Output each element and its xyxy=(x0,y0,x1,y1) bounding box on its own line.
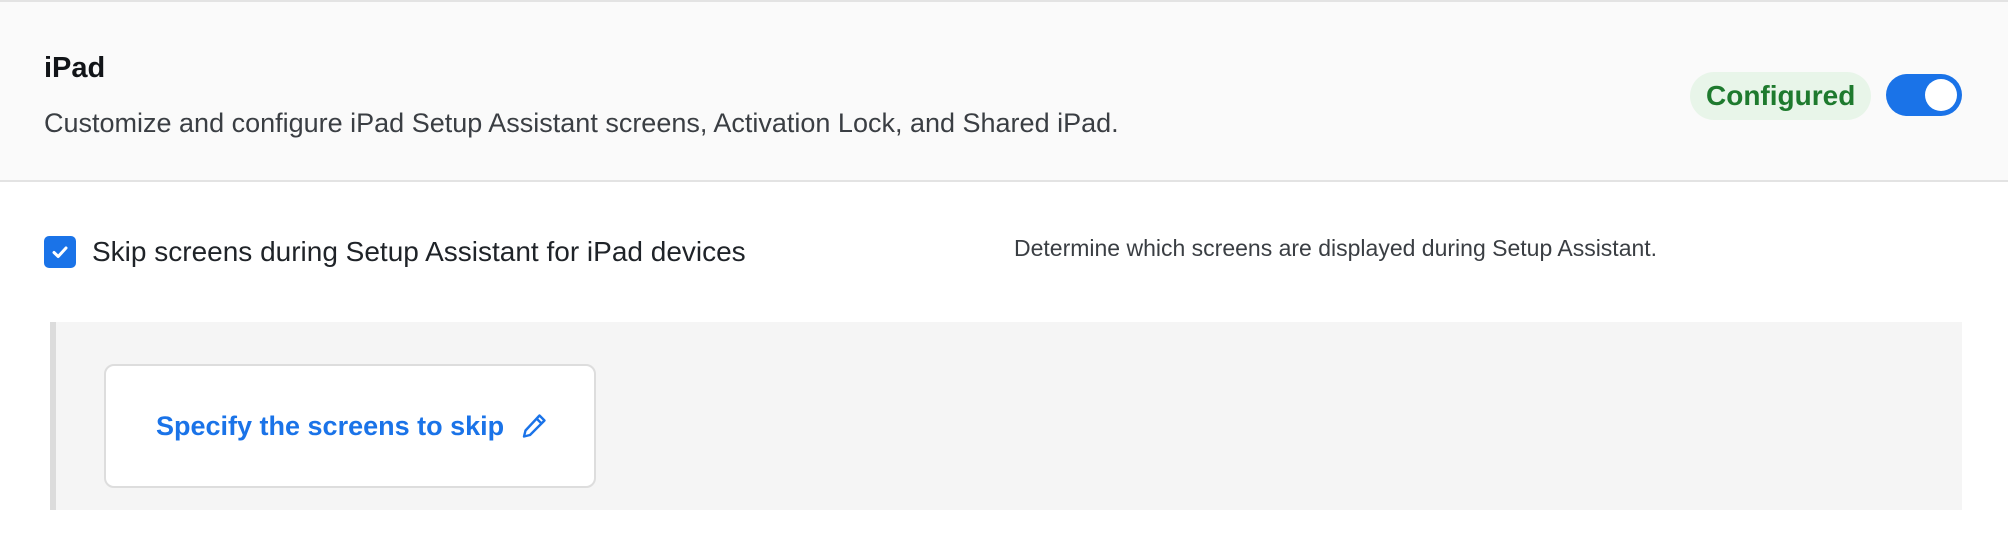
skip-screens-label: Skip screens during Setup Assistant for … xyxy=(92,236,746,267)
checkmark-icon xyxy=(52,246,68,258)
skip-screens-help-text: Determine which screens are displayed du… xyxy=(1014,235,1658,261)
status-badge: Configured xyxy=(1690,72,1872,120)
ipad-settings-page: iPad Customize and configure iPad Setup … xyxy=(0,0,2008,548)
toggle-knob xyxy=(1925,79,1957,111)
section-description: Customize and configure iPad Setup Assis… xyxy=(44,108,1119,138)
section-toggle[interactable] xyxy=(1886,74,1962,116)
skip-screens-option: Skip screens during Setup Assistant for … xyxy=(44,236,746,268)
skip-screens-checkbox[interactable] xyxy=(44,236,76,268)
specify-screens-link[interactable]: Specify the screens to skip xyxy=(156,411,504,442)
section-header: iPad Customize and configure iPad Setup … xyxy=(0,0,2008,182)
section-title: iPad xyxy=(44,52,106,84)
specify-screens-card[interactable]: Specify the screens to skip xyxy=(104,364,596,488)
pencil-icon[interactable] xyxy=(518,410,550,442)
